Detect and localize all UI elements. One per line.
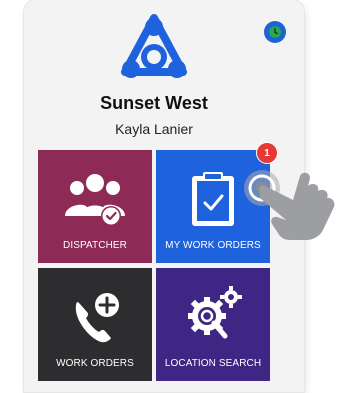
- org-name: Sunset West: [100, 93, 208, 113]
- work-orders-label: WORK ORDERS: [56, 358, 134, 369]
- people-check-icon: [63, 172, 127, 233]
- gears-search-icon: [181, 284, 245, 353]
- user-name: Kayla Lanier: [115, 121, 193, 137]
- clipboard-check-icon: [188, 170, 238, 235]
- notification-badge: 1: [256, 142, 278, 164]
- location-search-label: LOCATION SEARCH: [164, 358, 262, 369]
- phone-plus-icon: [65, 288, 125, 353]
- work-orders-tile[interactable]: WORK ORDERS: [38, 268, 152, 381]
- tap-hand-icon: [238, 162, 356, 252]
- location-search-tile[interactable]: LOCATION SEARCH: [156, 268, 270, 381]
- clock-icon[interactable]: [264, 21, 286, 43]
- dispatcher-tile[interactable]: DISPATCHER: [38, 150, 152, 263]
- dispatcher-label: DISPATCHER: [63, 240, 127, 251]
- triangle-network-logo: [117, 12, 191, 86]
